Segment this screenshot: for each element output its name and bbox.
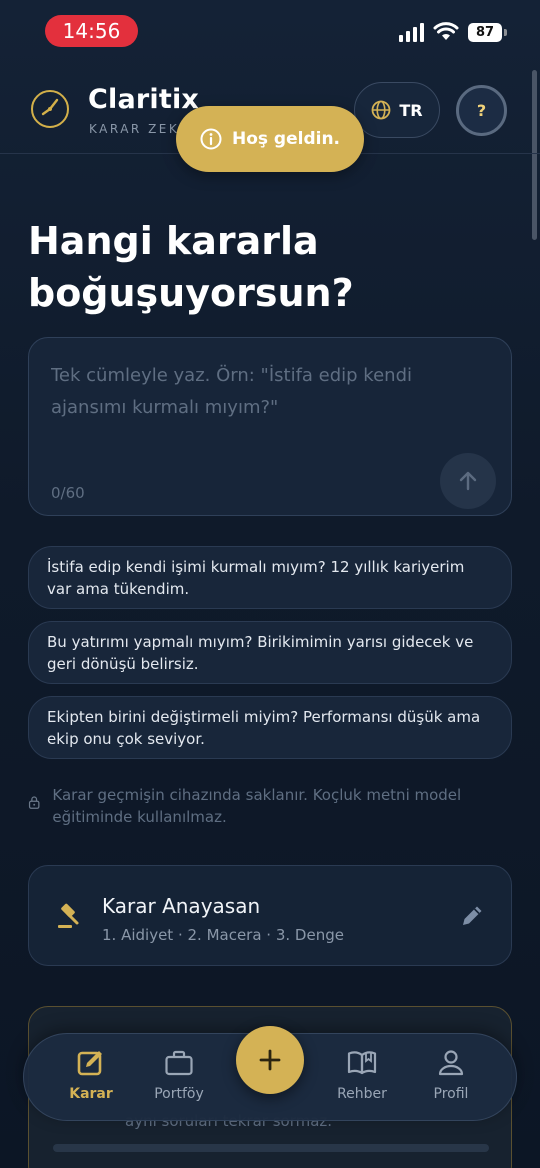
help-button[interactable]: ? <box>456 85 507 136</box>
info-icon <box>200 128 222 150</box>
gavel-icon <box>58 903 79 928</box>
suggestion-chip[interactable]: İstifa edip kendi işimi kurmalı mıyım? 1… <box>28 546 512 609</box>
open-book-icon <box>347 1051 377 1075</box>
person-icon <box>438 1050 464 1076</box>
decision-constitution-card[interactable]: Karar Anayasan 1. Aidiyet · 2. Macera · … <box>28 865 512 966</box>
page-title: Hangi kararla boğuşuyorsun? <box>28 215 508 319</box>
briefcase-icon <box>165 1050 193 1076</box>
toast-message: Hoş geldin. <box>231 129 341 149</box>
nav-label: Portföy <box>154 1086 204 1102</box>
status-icons: 87 <box>399 22 507 42</box>
cellular-signal-icon <box>399 22 424 42</box>
suggestion-chip[interactable]: Ekipten birini değiştirmeli miyim? Perfo… <box>28 696 512 759</box>
welcome-toast: Hoş geldin. <box>176 106 364 172</box>
decision-input[interactable] <box>51 360 451 440</box>
decision-input-box: 0/60 <box>28 337 512 516</box>
app-tagline: KARAR ZEKÂ <box>89 122 190 136</box>
globe-icon <box>371 100 391 120</box>
send-button[interactable] <box>440 453 496 509</box>
constitution-title: Karar Anayasan <box>102 894 261 918</box>
new-decision-button[interactable] <box>236 1026 304 1094</box>
edit-square-icon <box>77 1051 102 1076</box>
nav-label: Karar <box>69 1086 113 1102</box>
arrow-up-icon <box>459 471 477 491</box>
status-bar: 14:56 87 <box>0 0 540 62</box>
page-title-line2: boğuşuyorsun? <box>28 271 354 315</box>
app-title: Claritix <box>88 84 200 115</box>
pencil-icon[interactable] <box>459 903 485 929</box>
wifi-icon <box>433 22 459 40</box>
privacy-text: Karar geçmişin cihazında saklanır. Koçlu… <box>52 786 462 826</box>
battery-indicator: 87 <box>468 22 507 42</box>
nav-item-rehber[interactable]: Rehber <box>322 1048 402 1114</box>
lock-icon <box>28 796 40 809</box>
char-counter: 0/60 <box>51 484 85 502</box>
nav-label: Profil <box>433 1086 469 1102</box>
language-label: TR <box>399 100 423 120</box>
compass-logo-icon <box>31 90 69 128</box>
status-time: 14:56 <box>45 15 138 47</box>
nav-label: Rehber <box>337 1086 387 1102</box>
constitution-values: 1. Aidiyet · 2. Macera · 3. Denge <box>102 926 344 944</box>
nav-item-profil[interactable]: Profil <box>411 1048 491 1114</box>
partial-card-bar <box>53 1144 489 1152</box>
nav-item-portfoy[interactable]: Portföy <box>139 1048 219 1114</box>
privacy-note: Karar geçmişin cihazında saklanır. Koçlu… <box>28 784 508 828</box>
language-button[interactable]: TR <box>354 82 440 138</box>
nav-item-karar[interactable]: Karar <box>51 1048 131 1114</box>
page-title-line1: Hangi kararla <box>28 219 319 263</box>
suggestion-chip[interactable]: Bu yatırımı yapmalı mıyım? Birikimimin y… <box>28 621 512 684</box>
plus-icon <box>259 1049 281 1071</box>
